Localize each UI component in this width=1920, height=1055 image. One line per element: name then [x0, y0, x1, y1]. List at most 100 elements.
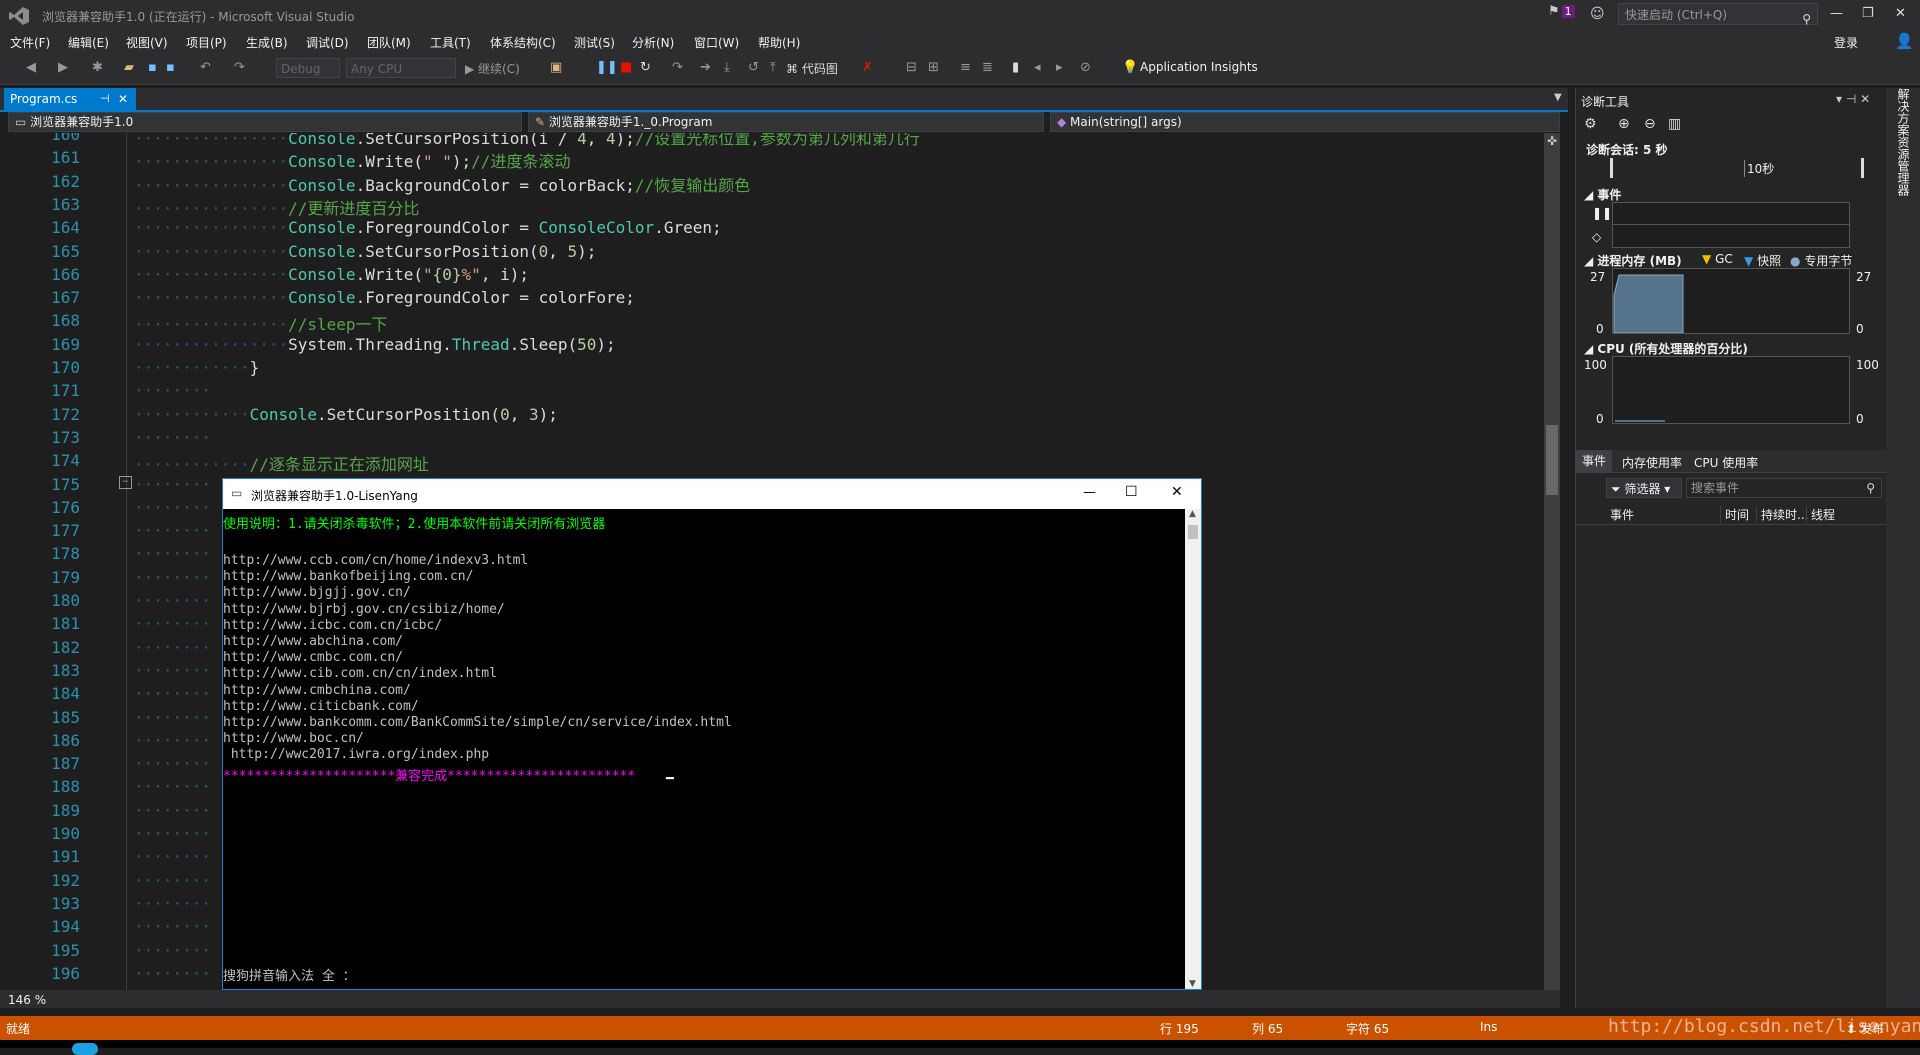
settings-gear-icon[interactable]: ⚙	[1584, 116, 1597, 132]
memory-chart[interactable]	[1612, 268, 1850, 334]
continue-button[interactable]: ▶ 继续(C)	[465, 60, 520, 77]
filter-dropdown[interactable]: ⏷ 筛选器 ▾	[1606, 478, 1682, 498]
stop-icon[interactable]: ■	[620, 60, 632, 75]
reset-view-icon[interactable]: ▥	[1668, 116, 1681, 132]
break-all-icon[interactable]: ❚❚	[596, 60, 618, 75]
step-back-icon[interactable]: ⤒	[770, 60, 776, 75]
zoom-level[interactable]: 146 %	[8, 993, 46, 1007]
member-dropdown[interactable]: ◆ Main(string[] args)	[1050, 112, 1560, 132]
account-icon[interactable]: 👤	[1895, 32, 1914, 50]
split-editor-icon[interactable]: ✜	[1547, 134, 1557, 148]
menu-window[interactable]: 窗口(W)	[694, 34, 739, 51]
zoom-in-icon[interactable]: ⊕	[1618, 116, 1630, 132]
notifications-button[interactable]: ⚑ 1	[1548, 4, 1575, 19]
col-event[interactable]: 事件	[1610, 506, 1634, 523]
restart-icon[interactable]: ↻	[640, 60, 651, 75]
show-next-statement-icon[interactable]: ↷	[672, 60, 683, 75]
collapse-toggle[interactable]: −	[119, 476, 132, 489]
process-icon[interactable]: ▣	[550, 60, 562, 75]
tab-overflow-icon[interactable]: ▼	[1554, 92, 1562, 103]
console-title-bar[interactable]: ▭ 浏览器兼容助手1.0-LisenYang — ☐ ✕	[223, 479, 1201, 509]
menu-file[interactable]: 文件(F)	[10, 34, 50, 51]
console-scroll-thumb[interactable]	[1188, 525, 1198, 539]
panel-options-icon[interactable]: ▾ ⊣ ✕	[1836, 92, 1870, 106]
project-dropdown[interactable]: ▭ 浏览器兼容助手1.0	[8, 112, 522, 132]
application-insights-button[interactable]: Application Insights	[1140, 60, 1258, 74]
editor-scroll-thumb[interactable]	[1546, 425, 1558, 495]
new-project-icon[interactable]: ✱	[92, 60, 103, 75]
line-number: 182	[51, 637, 80, 657]
menu-view[interactable]: 视图(V)	[126, 34, 168, 51]
close-button[interactable]: ✕	[1895, 6, 1906, 21]
step-over-icon[interactable]: ⤓	[724, 60, 730, 75]
filter-icon: ⏷	[1611, 482, 1621, 496]
undo-icon[interactable]: ↶	[200, 60, 211, 75]
comment-icon[interactable]: ≡	[960, 60, 971, 75]
uncomment-icon[interactable]: ≣	[982, 60, 993, 75]
console-close-button[interactable]: ✕	[1171, 484, 1183, 500]
menu-build[interactable]: 生成(B)	[246, 34, 288, 51]
tab-memory-usage[interactable]: 内存使用率	[1622, 454, 1682, 471]
step-out-icon[interactable]: ↺	[748, 60, 759, 75]
timeline-ruler[interactable]	[1610, 158, 1864, 178]
forward-icon[interactable]: ▶	[58, 60, 68, 75]
cpu-chart[interactable]	[1612, 356, 1850, 424]
publish-button[interactable]: ⬆ 发布	[1846, 1020, 1884, 1037]
sign-in-link[interactable]: 登录	[1834, 34, 1858, 51]
minimize-button[interactable]: —	[1830, 6, 1843, 21]
class-dropdown[interactable]: ✎ 浏览器兼容助手1._0.Program	[528, 112, 1044, 132]
editor-vertical-scrollbar[interactable]	[1544, 133, 1560, 990]
editor-horizontal-scrollbar[interactable]	[0, 990, 1560, 1008]
save-icon[interactable]: ▪	[148, 60, 157, 75]
menu-project[interactable]: 项目(P)	[186, 34, 227, 51]
tab-events[interactable]: 事件	[1576, 450, 1613, 472]
menu-analyze[interactable]: 分析(N)	[632, 34, 674, 51]
menu-edit[interactable]: 编辑(E)	[68, 34, 109, 51]
menu-architecture[interactable]: 体系结构(C)	[490, 34, 556, 51]
zoom-out-icon[interactable]: ⊖	[1644, 116, 1656, 132]
layout-icon[interactable]: ⊟	[906, 60, 917, 75]
console-scrollbar[interactable]: ▲ ▼	[1185, 509, 1201, 989]
bookmark-icon[interactable]: ▮	[1012, 60, 1019, 75]
maximize-button[interactable]: ❐	[1862, 6, 1874, 21]
tab-cpu-usage[interactable]: CPU 使用率	[1694, 454, 1758, 471]
menu-help[interactable]: 帮助(H)	[758, 34, 800, 51]
redo-icon[interactable]: ↷	[234, 60, 245, 75]
platform-select[interactable]: Any CPU	[346, 58, 456, 78]
col-duration[interactable]: 持续时...	[1756, 506, 1808, 523]
menu-debug[interactable]: 调试(D)	[306, 34, 349, 51]
tab-program-cs[interactable]: Program.cs ⊣ ✕	[4, 88, 136, 110]
menu-test[interactable]: 测试(S)	[574, 34, 615, 51]
menu-team[interactable]: 团队(M)	[367, 34, 411, 51]
member-dropdown-value: Main(string[] args)	[1070, 115, 1182, 129]
exception-icon[interactable]: ✗	[862, 60, 873, 75]
back-icon[interactable]: ◀	[26, 60, 36, 75]
clear-bookmarks-icon[interactable]: ⊘	[1080, 60, 1091, 75]
quick-launch-input[interactable]: 快速启动 (Ctrl+Q) ⚲	[1618, 3, 1818, 26]
code-map-icon: ⌘	[786, 62, 802, 76]
scroll-up-icon[interactable]: ▲	[1189, 509, 1196, 519]
tab-close-icon[interactable]: ✕	[118, 88, 128, 110]
console-maximize-button[interactable]: ☐	[1125, 484, 1138, 500]
col-thread[interactable]: 线程	[1806, 506, 1835, 523]
taskbar-app-icon[interactable]	[72, 1043, 98, 1055]
open-file-icon[interactable]: ▰	[124, 60, 134, 75]
feedback-icon[interactable]: ☺	[1590, 6, 1605, 22]
code-line: ················Console.ForegroundColor …	[134, 288, 635, 308]
console-window[interactable]: ▭ 浏览器兼容助手1.0-LisenYang — ☐ ✕ 使用说明：1.请关闭杀…	[222, 478, 1202, 990]
step-into-icon[interactable]: ➔	[700, 60, 711, 75]
code-map-button[interactable]: ⌘ 代码图	[786, 60, 838, 77]
save-all-icon[interactable]: ▪	[166, 60, 175, 75]
event-search-input[interactable]: 搜索事件 ⚲	[1686, 478, 1882, 498]
solution-explorer-tab[interactable]: 解决方案资源管理器	[1895, 88, 1912, 196]
menu-tools[interactable]: 工具(T)	[430, 34, 471, 51]
split-icon[interactable]: ⊞	[928, 60, 939, 75]
console-minimize-button[interactable]: —	[1083, 485, 1096, 500]
scroll-down-icon[interactable]: ▼	[1189, 979, 1196, 989]
col-time[interactable]: 时间	[1720, 506, 1749, 523]
pin-icon[interactable]: ⊣	[100, 88, 110, 110]
events-timeline[interactable]	[1612, 202, 1850, 248]
next-bookmark-icon[interactable]: ▸	[1056, 60, 1063, 75]
prev-bookmark-icon[interactable]: ◂	[1034, 60, 1041, 75]
solution-config-select[interactable]: Debug	[276, 58, 340, 78]
